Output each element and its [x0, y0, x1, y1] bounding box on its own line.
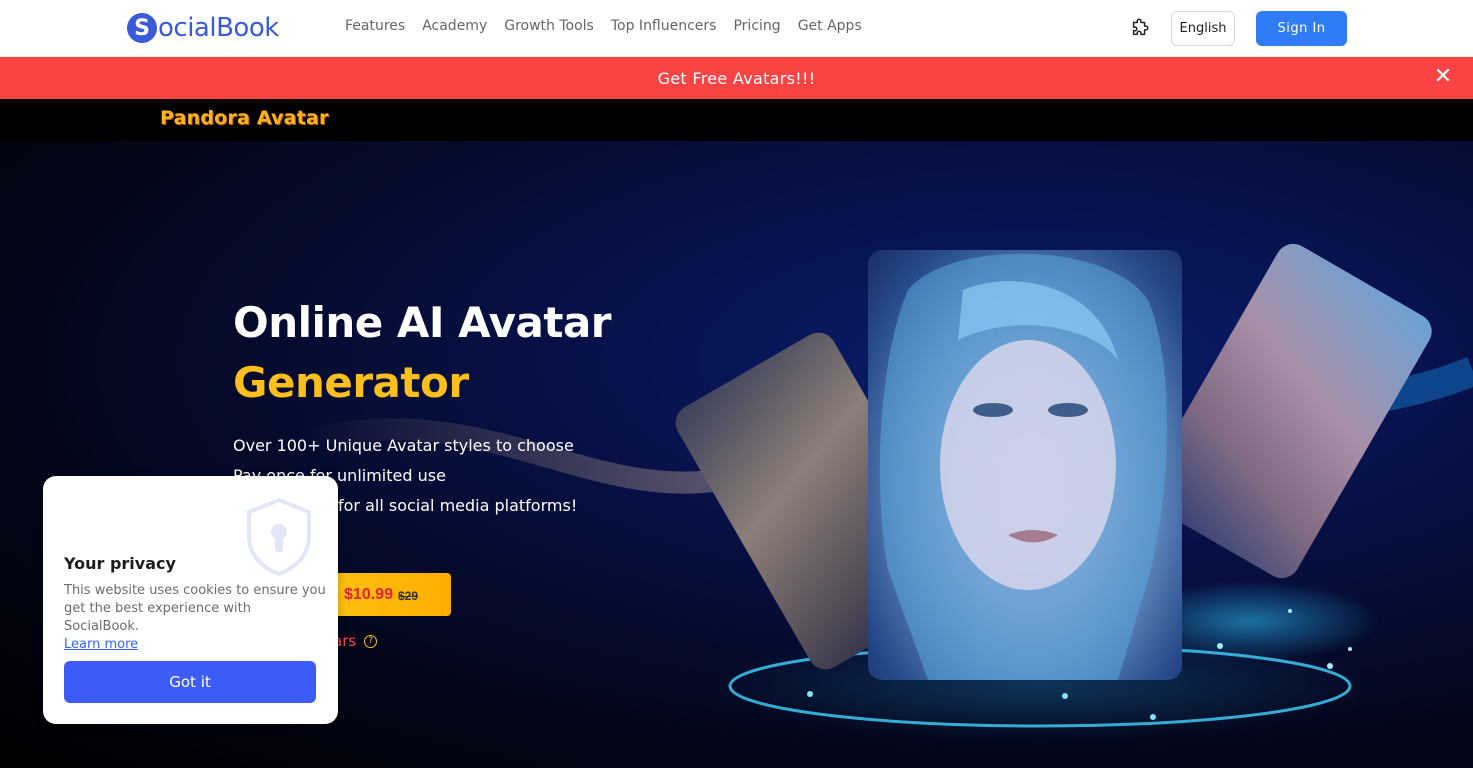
- cookie-title: Your privacy: [64, 554, 176, 573]
- close-icon[interactable]: ✕: [1433, 66, 1453, 88]
- cookie-text: This website uses cookies to ensure you …: [64, 582, 326, 654]
- nav-item-academy[interactable]: Academy: [422, 18, 487, 34]
- product-subheader: Pandora Avatar: [0, 99, 1473, 141]
- avatar-portrait: [879, 253, 1167, 680]
- nav-item-pricing[interactable]: Pricing: [733, 18, 780, 34]
- learn-more-link[interactable]: Learn more: [64, 637, 138, 652]
- cookie-consent-dialog: Your privacy This website uses cookies t…: [43, 476, 338, 724]
- nav-item-features[interactable]: Features: [345, 18, 405, 34]
- nav-item-get-apps[interactable]: Get Apps: [798, 18, 862, 34]
- shield-lock-icon: [247, 497, 311, 576]
- nav-item-top-influencers[interactable]: Top Influencers: [611, 18, 717, 34]
- promo-banner[interactable]: Get Free Avatars!!! ✕: [0, 57, 1473, 99]
- feature-line-1: Over 100+ Unique Avatar styles to choose: [233, 436, 574, 455]
- hero-title-line1: Online AI Avatar: [233, 298, 612, 347]
- free-avatars-link[interactable]: ars ?: [333, 632, 378, 650]
- help-icon[interactable]: ?: [364, 634, 378, 648]
- cta-old-price: $29: [397, 589, 418, 603]
- got-it-button[interactable]: Got it: [64, 661, 316, 703]
- sign-in-button[interactable]: Sign In: [1256, 11, 1347, 46]
- top-navbar: S ocialBook Features Academy Growth Tool…: [0, 0, 1473, 57]
- logo-text: ocialBook: [158, 13, 279, 43]
- logo-s-mark: S: [127, 13, 157, 43]
- pandora-avatar-logo[interactable]: Pandora Avatar: [160, 107, 329, 129]
- cta-price: $10.99: [344, 585, 393, 603]
- avatar-card-main: [868, 250, 1182, 680]
- promo-banner-text[interactable]: Get Free Avatars!!!: [658, 69, 816, 88]
- main-nav: Features Academy Growth Tools Top Influe…: [345, 18, 862, 34]
- feature-line-3: for all social media platforms!: [338, 496, 578, 515]
- language-selector[interactable]: English: [1171, 11, 1235, 46]
- hero-title-line2: Generator: [233, 358, 469, 407]
- nav-item-growth-tools[interactable]: Growth Tools: [504, 18, 594, 34]
- puzzle-icon[interactable]: [1129, 17, 1151, 39]
- cookie-body: This website uses cookies to ensure you …: [64, 583, 326, 634]
- socialbook-logo[interactable]: S ocialBook: [127, 12, 279, 44]
